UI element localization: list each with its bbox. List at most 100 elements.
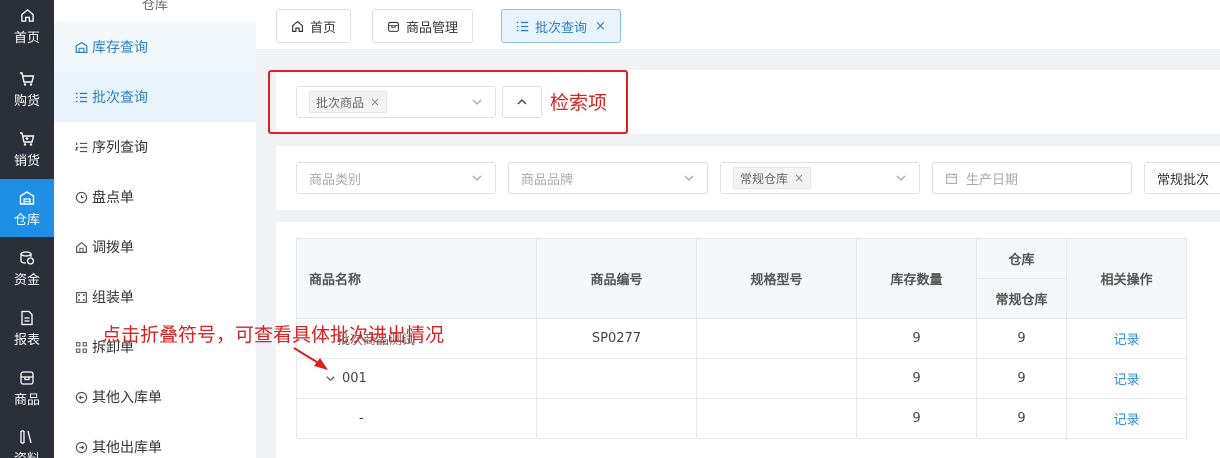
cell-qty: 9 bbox=[856, 358, 977, 399]
warehouse-icon bbox=[74, 40, 88, 54]
production-date-picker[interactable]: 生产日期 bbox=[932, 162, 1132, 194]
box-icon bbox=[387, 20, 400, 33]
category-placeholder: 商品类别 bbox=[309, 172, 362, 188]
sidebar-item-assembly[interactable]: 组装单 bbox=[54, 272, 256, 322]
search-annotation: 检索项 bbox=[550, 92, 608, 114]
warehouse-icon bbox=[18, 189, 36, 207]
sidebar-item-stocktake[interactable]: 盘点单 bbox=[54, 172, 256, 222]
cell-code bbox=[536, 358, 697, 399]
record-link[interactable]: 记录 bbox=[1066, 318, 1187, 359]
home-icon bbox=[291, 20, 304, 33]
rail-item-data[interactable]: 资料 bbox=[0, 418, 54, 458]
numbered-list-icon bbox=[74, 140, 88, 154]
cell-warehouse: 9 bbox=[976, 318, 1067, 359]
rail-item-label: 商品 bbox=[13, 392, 40, 408]
chip-close-icon[interactable]: × bbox=[794, 171, 804, 185]
annotation-arrow-icon bbox=[293, 347, 328, 370]
sidebar-item-label: 调拨单 bbox=[92, 240, 134, 256]
cell-qty: 9 bbox=[856, 318, 977, 359]
rail-item-label: 购货 bbox=[13, 93, 40, 109]
expand-annotation: 点击折叠符号，可查看具体批次进出情况 bbox=[102, 324, 445, 346]
disassembly-icon bbox=[74, 340, 88, 354]
chevron-down-icon bbox=[472, 175, 482, 181]
rail-item-warehouse[interactable]: 仓库 bbox=[0, 179, 54, 237]
close-icon[interactable]: × bbox=[595, 19, 606, 34]
record-link[interactable]: 记录 bbox=[1066, 358, 1187, 399]
cell-spec bbox=[696, 318, 857, 359]
sidebar-item-stock-query[interactable]: 库存查询 bbox=[54, 22, 256, 72]
batch-type-value: 常规批次 bbox=[1157, 172, 1210, 188]
tab-label: 批次查询 bbox=[535, 20, 588, 36]
sidebar-item-label: 组装单 bbox=[92, 290, 134, 306]
rail-item-home[interactable]: 首页 bbox=[0, 0, 54, 52]
chip-label: 常规仓库 bbox=[740, 171, 789, 186]
sidebar-item-label: 其他出库单 bbox=[92, 440, 162, 456]
col-header-warehouse: 仓库 bbox=[976, 238, 1067, 279]
sidebar-item-batch-query[interactable]: 批次查询 bbox=[54, 72, 256, 122]
tab-bar: 首页 商品管理 批次查询 × bbox=[256, 0, 1220, 50]
cell-code: SP0277 bbox=[536, 318, 697, 359]
home-icon bbox=[18, 7, 36, 25]
calendar-icon bbox=[946, 172, 957, 184]
rail-item-reports[interactable]: 报表 bbox=[0, 299, 54, 357]
sidebar-item-label: 序列查询 bbox=[92, 140, 148, 156]
table-row: 001 9 9 记录 bbox=[296, 358, 1187, 399]
sidebar-item-serial-query[interactable]: 序列查询 bbox=[54, 122, 256, 172]
sidebar-item-other-outbound[interactable]: 其他出库单 bbox=[54, 422, 256, 458]
rail-item-purchase[interactable]: 购货 bbox=[0, 60, 54, 118]
tab-label: 首页 bbox=[310, 20, 337, 36]
col-header-code: 商品编号 bbox=[536, 238, 697, 319]
rail-item-goods[interactable]: 商品 bbox=[0, 359, 54, 417]
rail-item-label: 资料 bbox=[14, 448, 40, 458]
sidebar-item-label: 库存查询 bbox=[92, 40, 148, 56]
cell-qty: 9 bbox=[856, 398, 977, 439]
home-icon bbox=[74, 240, 88, 254]
cell-spec bbox=[696, 398, 857, 439]
col-header-ops: 相关操作 bbox=[1066, 238, 1187, 319]
rail-item-sales[interactable]: 销货 bbox=[0, 120, 54, 178]
chevron-down-icon bbox=[896, 175, 906, 181]
rail-item-label: 仓库 bbox=[13, 212, 40, 228]
sidebar-item-label: 批次查询 bbox=[92, 90, 148, 106]
brand-select[interactable]: 商品品牌 bbox=[508, 162, 708, 194]
warehouse-submenu: 仓库 库存查询 批次查询 序列查询 盘点单 调拨单 组装单 拆卸单 其他入库单 … bbox=[54, 0, 256, 458]
chevron-down-icon bbox=[684, 175, 694, 181]
col-header-warehouse-sub: 常规仓库 bbox=[976, 278, 1067, 319]
tab-batch-query[interactable]: 批次查询 × bbox=[501, 9, 621, 43]
cart-icon bbox=[18, 70, 36, 88]
tab-goods-management[interactable]: 商品管理 bbox=[372, 9, 474, 43]
outbound-icon bbox=[74, 440, 88, 454]
warehouse-chip: 常规仓库 × bbox=[733, 167, 812, 189]
box-icon bbox=[18, 369, 36, 387]
cell-code bbox=[536, 398, 697, 439]
sidebar-item-label: 盘点单 bbox=[92, 190, 134, 206]
sidebar-item-transfer[interactable]: 调拨单 bbox=[54, 222, 256, 272]
tab-label: 商品管理 bbox=[406, 20, 459, 36]
rail-item-label: 资金 bbox=[13, 272, 40, 288]
sell-cart-icon bbox=[18, 130, 36, 148]
sidebar-item-other-inbound[interactable]: 其他入库单 bbox=[54, 372, 256, 422]
rail-item-label: 首页 bbox=[13, 30, 40, 46]
category-select[interactable]: 商品类别 bbox=[296, 162, 496, 194]
col-header-spec: 规格型号 bbox=[696, 238, 857, 319]
rail-item-funds[interactable]: 资金 bbox=[0, 239, 54, 297]
cell-warehouse: 9 bbox=[976, 358, 1067, 399]
cell-warehouse: 9 bbox=[976, 398, 1067, 439]
batch-type-select[interactable]: 常规批次 bbox=[1144, 162, 1220, 194]
expand-toggle-icon[interactable] bbox=[325, 373, 336, 384]
cell-name: - bbox=[296, 398, 537, 439]
table-row: - 9 9 记录 bbox=[296, 398, 1187, 439]
col-header-qty: 库存数量 bbox=[856, 238, 977, 319]
tab-home[interactable]: 首页 bbox=[276, 9, 352, 43]
cell-spec bbox=[696, 358, 857, 399]
rail-item-label: 报表 bbox=[13, 332, 40, 348]
list-icon bbox=[516, 20, 529, 33]
list-icon bbox=[74, 90, 88, 104]
sidebar-item-label: 其他入库单 bbox=[92, 390, 162, 406]
record-link[interactable]: 记录 bbox=[1066, 398, 1187, 439]
warehouse-select[interactable]: 常规仓库 × bbox=[720, 162, 920, 194]
report-icon bbox=[18, 309, 36, 327]
batch-number: 001 bbox=[342, 371, 367, 386]
col-header-name: 商品名称 bbox=[296, 238, 537, 319]
circle-check-icon bbox=[74, 190, 88, 204]
